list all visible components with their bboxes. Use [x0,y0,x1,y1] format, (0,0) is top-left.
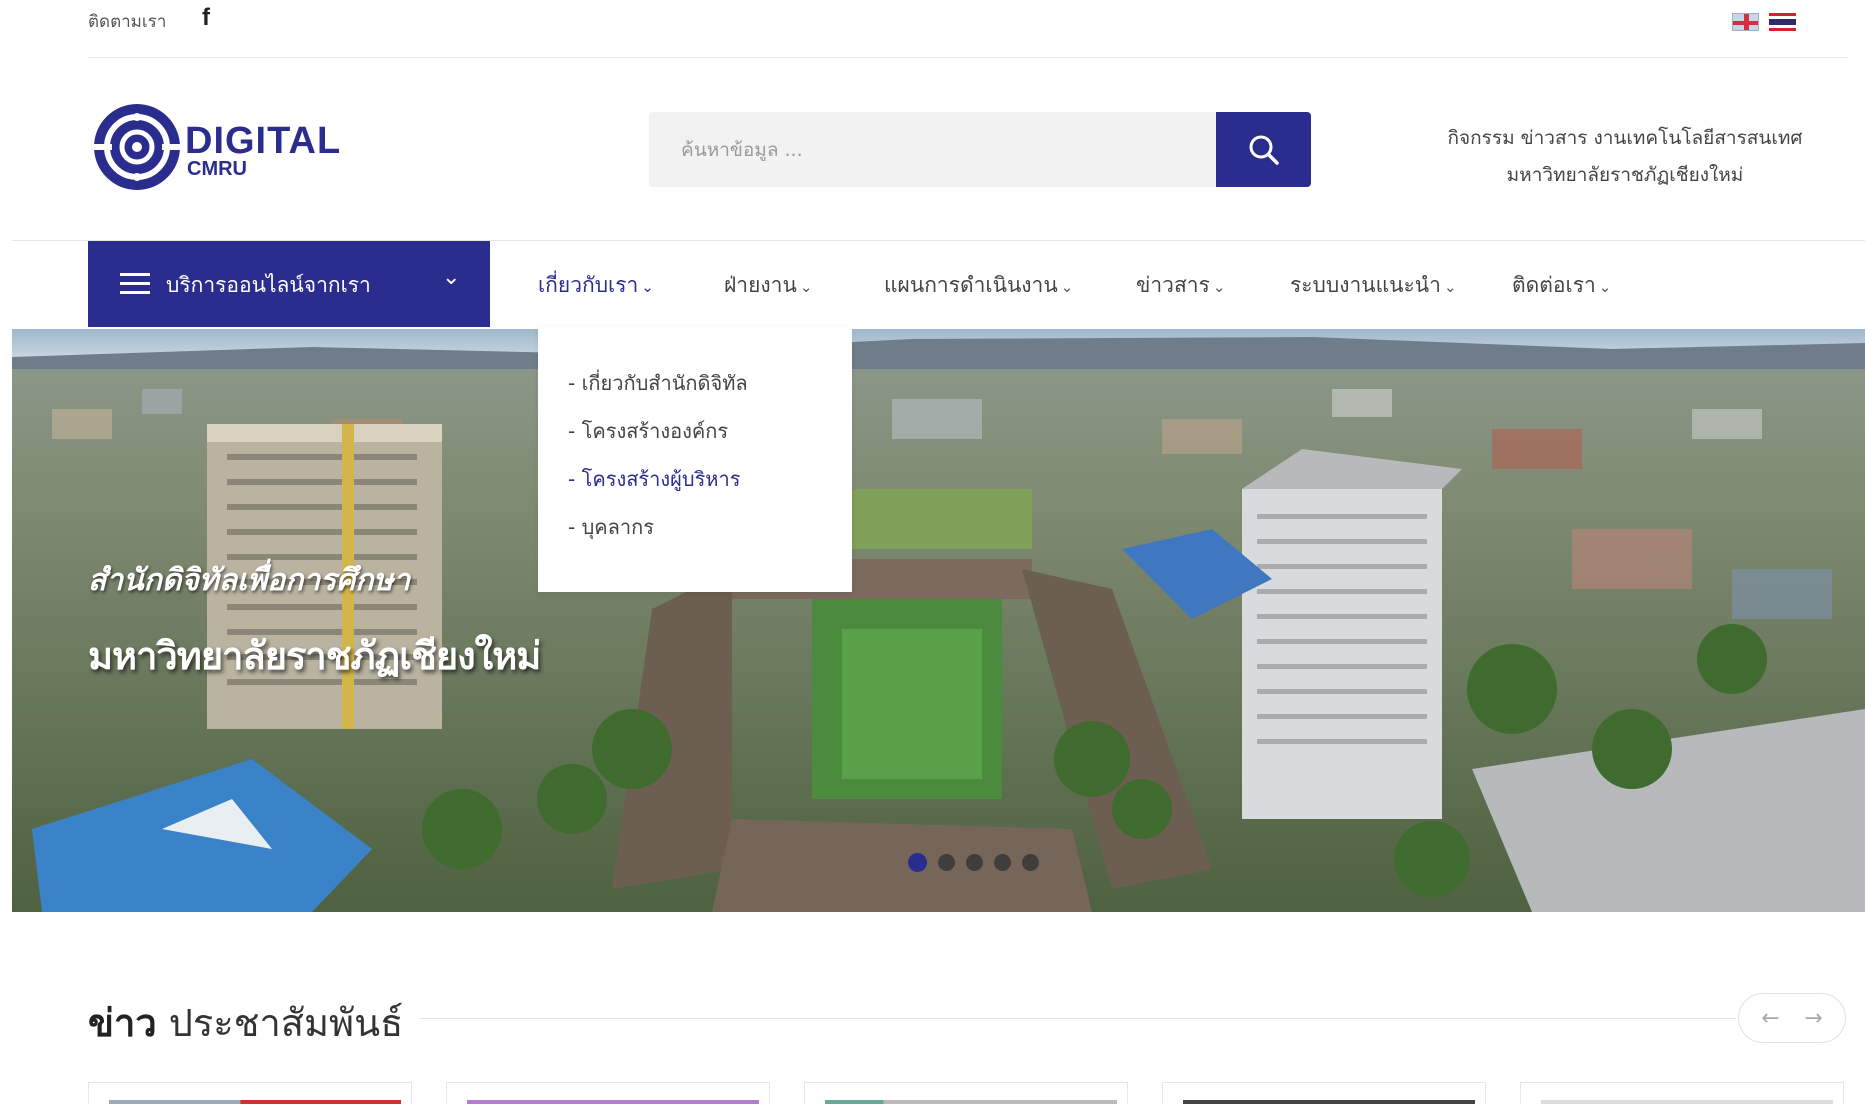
slider-dot[interactable] [1022,854,1039,871]
chevron-down-icon: ⌄ [1060,278,1074,296]
search-icon [1249,135,1279,165]
news-section-title: ข่าว ประชาสัมพันธ์ [88,992,403,1053]
divider [88,57,1848,58]
nav-item-about[interactable]: เกี่ยวกับเรา ⌄ [538,269,654,302]
slider-dot[interactable] [938,854,955,871]
online-services-label: บริการออนไลน์จากเรา [166,273,371,297]
site-logo[interactable]: DIGITAL CMRU [92,102,340,198]
nav-item-contact[interactable]: ติดต่อเรา ⌄ [1512,269,1611,302]
chevron-down-icon: ⌄ [1598,278,1612,296]
hero-image [12,329,1865,912]
nav-item-news[interactable]: ข่าวสาร ⌄ [1136,269,1225,302]
search-bar [649,112,1311,187]
slider-dot[interactable] [966,854,983,871]
dropdown-item-org-structure[interactable]: - โครงสร้างองค์กร [538,415,852,463]
chevron-down-icon: ⌄ [641,278,654,296]
about-dropdown-menu: - เกี่ยวกับสำนักดิจิทัล - โครงสร้างองค์ก… [538,327,852,592]
dropdown-item-about-office[interactable]: - เกี่ยวกับสำนักดิจิทัล [538,367,852,415]
nav-item-label: ฝ่ายงาน [724,273,797,297]
language-switcher [1732,13,1796,31]
thai-flag-icon[interactable] [1769,13,1796,31]
chevron-down-icon: ⌄ [1212,278,1226,296]
facebook-icon[interactable]: f [202,4,210,32]
slider-dot-active[interactable] [908,853,927,872]
follow-us-label: ติดตามเรา [88,12,167,32]
nav-item-label: แผนการดำเนินงาน [884,273,1058,297]
news-card[interactable] [1520,1082,1844,1104]
arrow-left-icon[interactable]: ← [1761,1006,1779,1031]
chevron-down-icon: ⌄ [799,278,813,296]
english-flag-icon[interactable] [1732,13,1759,31]
news-title-rest: ประชาสัมพันธ์ [156,1001,404,1045]
news-carousel-nav: ← → [1738,993,1846,1043]
tagline-line-2: มหาวิทยาลัยราชภัฏเชียงใหม่ [1506,164,1744,186]
online-services-menu-button[interactable]: บริการออนไลน์จากเรา ⌄ [88,241,490,327]
hero-caption-line-1: สำนักดิจิทัลเพื่อการศึกษา [88,563,411,598]
chevron-down-icon: ⌄ [442,265,461,290]
nav-item-label: ข่าวสาร [1136,273,1210,297]
logo-wordmark: DIGITAL [185,120,342,162]
tagline-line-1: กิจกรรม ข่าวสาร งานเทคโนโลยีสารสนเทศ [1447,127,1803,149]
hero-slider[interactable]: สำนักดิจิทัลเพื่อการศึกษา มหาวิทยาลัยราช… [12,329,1865,912]
nav-item-label: เกี่ยวกับเรา [538,273,639,297]
nav-item-label: ติดต่อเรา [1512,273,1596,297]
slider-pagination [908,853,1039,872]
dropdown-item-executive-structure[interactable]: - โครงสร้างผู้บริหาร [538,463,852,511]
nav-item-recommended-systems[interactable]: ระบบงานแนะนำ ⌄ [1290,269,1457,302]
news-title-bold: ข่าว [88,1001,157,1045]
top-bar: ติดตามเรา f [0,0,1865,58]
arrow-right-icon[interactable]: → [1804,1006,1822,1031]
news-card[interactable] [446,1082,770,1104]
chevron-down-icon: ⌄ [1443,278,1457,296]
nav-item-operation-plan[interactable]: แผนการดำเนินงาน ⌄ [884,269,1073,302]
news-card[interactable] [1162,1082,1486,1104]
divider [420,1018,1736,1019]
header-tagline: กิจกรรม ข่าวสาร งานเทคโนโลยีสารสนเทศ มหา… [1400,120,1850,194]
logo-emblem-icon [92,104,182,190]
nav-item-label: ระบบงานแนะนำ [1290,273,1441,297]
logo-sub-wordmark: CMRU [187,158,247,180]
nav-item-departments[interactable]: ฝ่ายงาน ⌄ [724,269,812,302]
hero-caption-line-2: มหาวิทยาลัยราชภัฏเชียงใหม่ [88,634,541,678]
search-input[interactable] [649,112,1215,187]
dropdown-item-personnel[interactable]: - บุคลากร [538,511,852,559]
hamburger-icon [120,273,150,295]
search-button[interactable] [1216,112,1311,187]
news-card[interactable] [804,1082,1128,1104]
news-card[interactable] [88,1082,412,1104]
slider-dot[interactable] [994,854,1011,871]
